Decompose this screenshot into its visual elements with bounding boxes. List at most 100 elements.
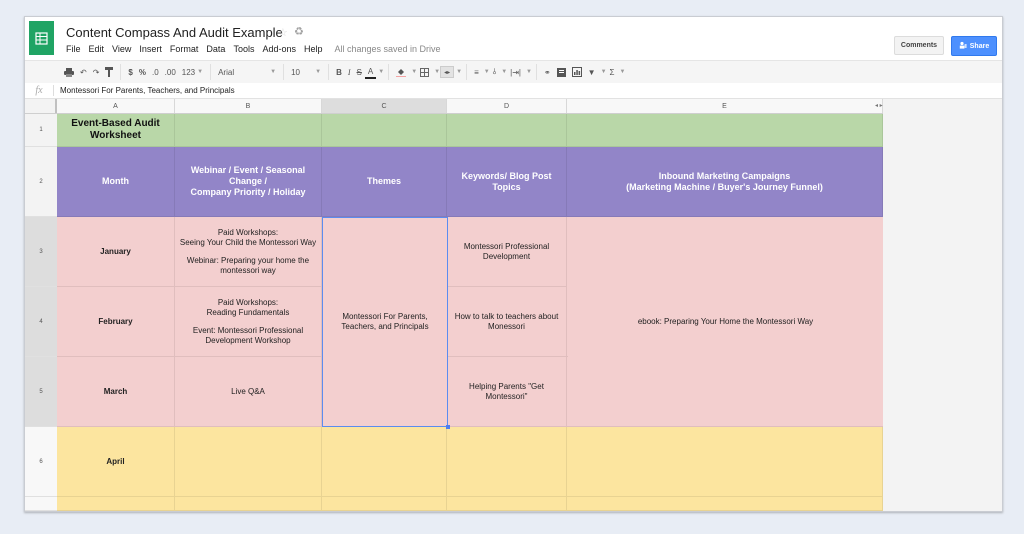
share-label: Share <box>969 42 990 50</box>
horizontal-align-icon[interactable]: ≡ <box>471 64 482 80</box>
header-line: Company Priority / Holiday <box>190 187 306 197</box>
print-icon[interactable] <box>61 64 77 80</box>
column-headers: A B C D E <box>25 99 883 114</box>
column-header-d[interactable]: D <box>447 99 567 113</box>
vertical-align-icon[interactable]: ⫰ <box>490 64 499 80</box>
functions-button[interactable]: Σ <box>607 64 618 80</box>
column-header-c[interactable]: C <box>322 99 447 113</box>
header-campaigns-cell[interactable]: Inbound Marketing Campaigns (Marketing M… <box>567 147 883 217</box>
menu-edit[interactable]: Edit <box>89 44 105 54</box>
star-icon[interactable]: ☆ <box>278 26 288 39</box>
font-family-select[interactable]: Arial ▼ <box>215 64 279 80</box>
row-header-2[interactable]: 2 <box>25 147 57 217</box>
month-cell[interactable]: January <box>57 217 175 287</box>
cell-c6[interactable] <box>322 427 447 497</box>
formula-input[interactable]: Montessori For Parents, Teachers, and Pr… <box>60 86 235 95</box>
header-month-cell[interactable]: Month <box>57 147 175 217</box>
events-cell[interactable]: Paid Workshops: Seeing Your Child the Mo… <box>175 217 322 287</box>
menu-insert[interactable]: Insert <box>139 44 162 54</box>
currency-format-button[interactable]: $ <box>125 64 135 80</box>
keywords-cell[interactable]: How to talk to teachers about Monessori <box>447 287 567 357</box>
insert-comment-icon[interactable] <box>554 64 569 80</box>
cell-d1[interactable] <box>447 114 567 147</box>
increase-decimals-button[interactable]: .00 <box>162 64 179 80</box>
cell-a7[interactable] <box>57 497 175 511</box>
menu-help[interactable]: Help <box>304 44 323 54</box>
header-themes-cell[interactable]: Themes <box>322 147 447 217</box>
keywords-cell[interactable] <box>447 427 567 497</box>
text-wrap-icon[interactable]: |⇥| <box>507 64 524 80</box>
selection-drag-handle[interactable] <box>446 425 450 429</box>
paint-format-icon[interactable] <box>102 64 116 80</box>
fill-color-icon[interactable] <box>393 64 409 80</box>
row-header-6[interactable]: 6 <box>25 427 57 497</box>
strikethrough-button[interactable]: S <box>354 64 365 80</box>
row-header-5[interactable]: 5 <box>25 357 57 427</box>
cell-d7[interactable] <box>447 497 567 511</box>
comments-button[interactable]: Comments <box>894 36 944 55</box>
save-status: All changes saved in Drive <box>334 44 441 54</box>
row-header-3[interactable]: 3 <box>25 217 57 287</box>
column-header-a[interactable]: A <box>57 99 175 113</box>
header-events-cell[interactable]: Webinar / Event / Seasonal Change / Comp… <box>175 147 322 217</box>
cell-e7[interactable] <box>567 497 883 511</box>
share-button[interactable]: Share <box>951 36 997 56</box>
row-header-1[interactable]: 1 <box>25 114 57 147</box>
worksheet-title-cell[interactable]: Event-Based Audit Worksheet <box>57 114 175 147</box>
cell-b1[interactable] <box>175 114 322 147</box>
select-all-corner[interactable] <box>25 99 57 113</box>
month-cell[interactable]: April <box>57 427 175 497</box>
events-cell[interactable]: Live Q&A <box>175 357 322 427</box>
row-header-7[interactable] <box>25 497 57 511</box>
menu-tools[interactable]: Tools <box>233 44 254 54</box>
document-title[interactable]: Content Compass And Audit Example <box>66 25 283 40</box>
percent-format-button[interactable]: % <box>136 64 149 80</box>
sheets-logo[interactable] <box>29 21 54 55</box>
menu-file[interactable]: File <box>66 44 81 54</box>
italic-button[interactable]: I <box>345 64 354 80</box>
cell-e6[interactable] <box>567 427 883 497</box>
bold-button[interactable]: B <box>333 64 345 80</box>
cell-c7[interactable] <box>322 497 447 511</box>
keywords-cell[interactable]: Helping Parents "Get Montessori" <box>447 357 567 427</box>
text-color-button[interactable]: A <box>364 66 377 79</box>
borders-icon[interactable] <box>417 64 432 80</box>
header-keywords-cell[interactable]: Keywords/ Blog Post Topics <box>447 147 567 217</box>
month-cell[interactable]: March <box>57 357 175 427</box>
more-formats-button[interactable]: 123 ▼ <box>179 64 206 80</box>
decrease-decimals-button[interactable]: .0 <box>149 64 162 80</box>
column-header-e[interactable]: E <box>567 99 883 113</box>
merge-cells-icon[interactable]: ◂▸ <box>440 66 455 78</box>
merged-theme-cell[interactable]: Montessori For Parents, Teachers, and Pr… <box>322 217 448 427</box>
menu-addons[interactable]: Add-ons <box>262 44 296 54</box>
cell-b7[interactable] <box>175 497 322 511</box>
cell-c1[interactable] <box>322 114 447 147</box>
insert-link-icon[interactable]: ⚭ <box>541 64 554 80</box>
insert-chart-icon[interactable] <box>569 64 585 80</box>
menu-view[interactable]: View <box>112 44 131 54</box>
row-header-4[interactable]: 4 <box>25 287 57 357</box>
cell-e1[interactable] <box>567 114 883 147</box>
people-icon <box>959 41 967 51</box>
menu-format[interactable]: Format <box>170 44 199 54</box>
menu-bar: File Edit View Insert Format Data Tools … <box>66 44 441 54</box>
events-cell[interactable] <box>175 427 322 497</box>
caret-down-icon: ▼ <box>270 69 277 75</box>
undo-icon[interactable]: ↶ <box>77 64 90 80</box>
event-text: Paid Workshops: Seeing Your Child the Mo… <box>179 227 317 247</box>
column-scroll-arrows-icon[interactable]: ◂ ▸ <box>875 102 883 109</box>
font-size-select[interactable]: 10 ▼ <box>288 64 324 80</box>
keywords-cell[interactable]: Montessori Professional Development <box>447 217 567 287</box>
redo-icon[interactable]: ↷ <box>90 64 103 80</box>
menu-data[interactable]: Data <box>206 44 225 54</box>
month-cell[interactable]: February <box>57 287 175 357</box>
merged-campaign-text: ebook: Preparing Your Home the Montessor… <box>637 316 814 326</box>
merged-campaign-cell[interactable]: ebook: Preparing Your Home the Montessor… <box>568 217 883 427</box>
spreadsheet-grid: A B C D E ◂ ▸ 1 Event-Based Audit Worksh… <box>25 99 1002 511</box>
column-header-b[interactable]: B <box>175 99 322 113</box>
events-cell[interactable]: Paid Workshops: Reading Fundamentals Eve… <box>175 287 322 357</box>
caret-down-icon: ▼ <box>315 69 322 75</box>
sheet-row-2: 2 Month Webinar / Event / Seasonal Chang… <box>25 147 883 217</box>
filter-icon[interactable]: ▼ <box>585 64 599 80</box>
move-to-folder-icon[interactable]: ♻ <box>294 25 304 38</box>
